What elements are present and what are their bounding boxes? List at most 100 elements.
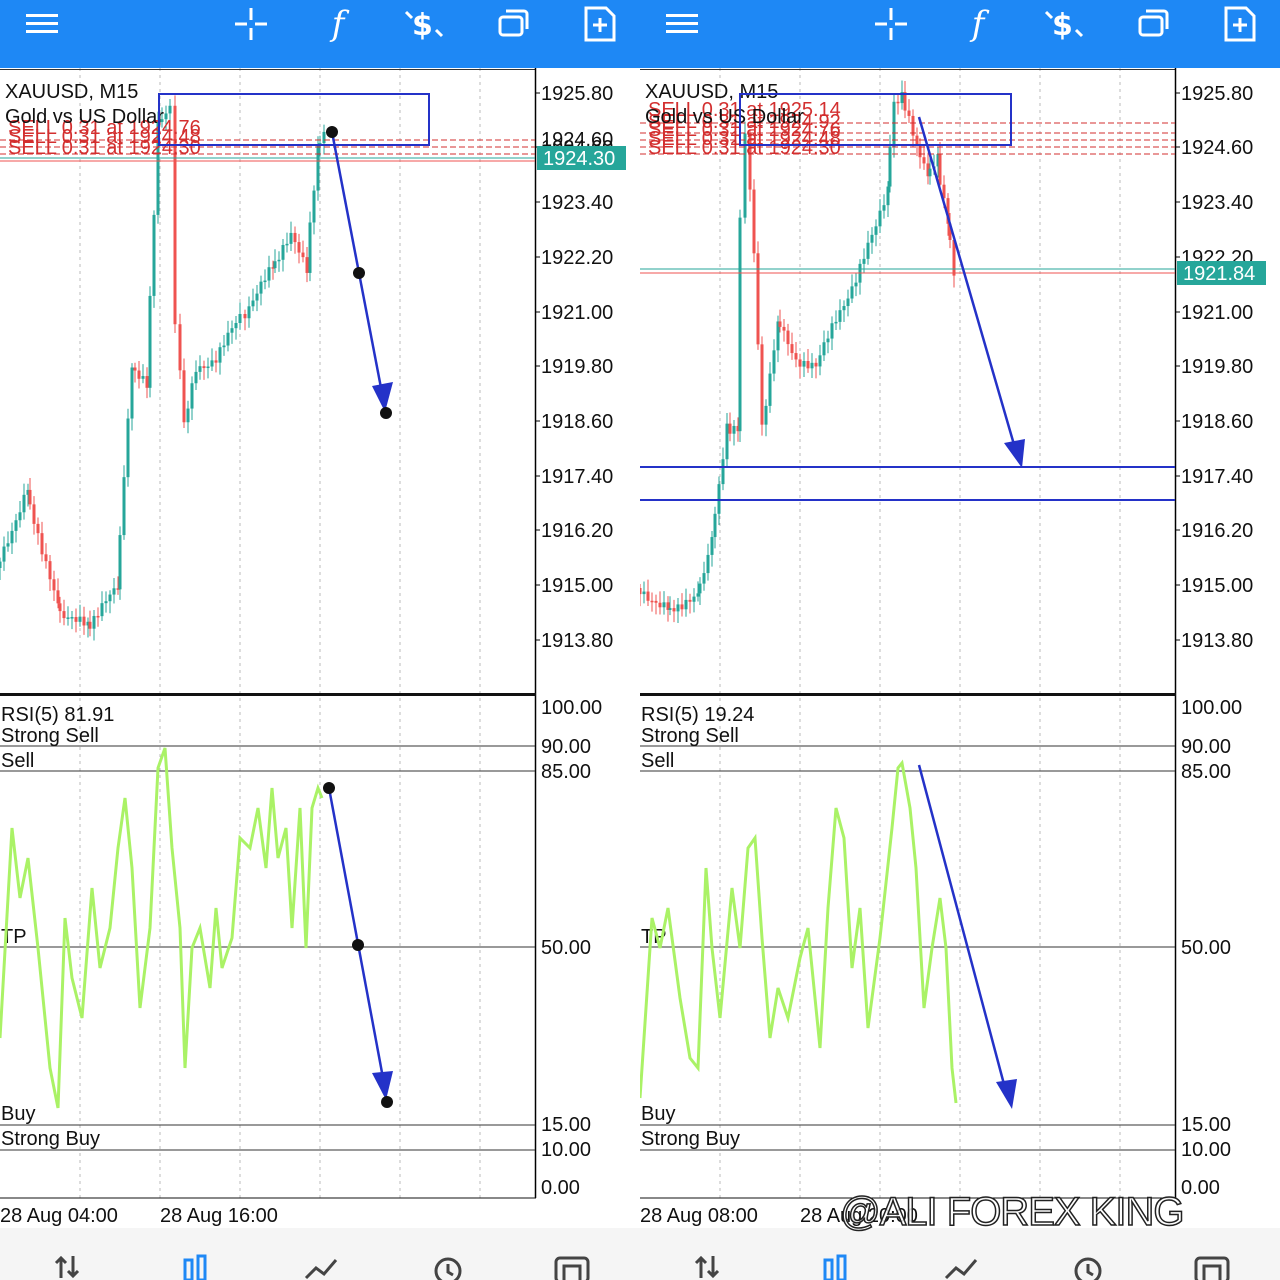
crosshair-icon[interactable]: [865, 4, 917, 44]
chart-icon[interactable]: [168, 1254, 224, 1280]
candle-body: [104, 601, 108, 604]
menu-icon[interactable]: [17, 4, 69, 44]
rsi-label: RSI(5) 19.24: [641, 704, 754, 726]
candle-body: [650, 600, 654, 603]
svg-text:100.00: 100.00: [1181, 697, 1242, 719]
candle-body: [230, 328, 234, 333]
chart-icon[interactable]: [808, 1254, 864, 1280]
candle-body: [888, 146, 892, 187]
candle-body: [297, 242, 301, 253]
trade-icon[interactable]: [934, 1254, 990, 1280]
candle-body: [48, 561, 52, 580]
grid: [719, 68, 1121, 1198]
svg-text:100.00: 100.00: [541, 697, 602, 719]
windows-icon[interactable]: [1128, 4, 1180, 44]
candle-body: [2, 546, 6, 562]
messages-icon[interactable]: [544, 1254, 600, 1280]
svg-text:50.00: 50.00: [541, 937, 591, 959]
candle-body: [194, 371, 198, 384]
svg-text:1913.80: 1913.80: [541, 630, 613, 652]
chart-area[interactable]: 1925.80 1924.60 1923.40 1922.20 1921.00 …: [0, 68, 640, 1228]
new-order-icon[interactable]: [574, 4, 626, 44]
indicators-icon[interactable]: f: [952, 4, 1004, 44]
candle-body: [133, 367, 137, 371]
indicator-separator: [0, 693, 536, 696]
candle-body: [764, 405, 768, 425]
candle-body: [58, 603, 62, 612]
candle-body: [886, 186, 890, 206]
rsi-level-labels: Strong Sell Sell TP Buy Strong Buy: [1, 725, 100, 1150]
svg-text:1925.80: 1925.80: [541, 83, 613, 105]
candle-body: [680, 604, 684, 610]
candle-body: [721, 459, 725, 485]
candle-body: [32, 504, 36, 524]
candle-body: [52, 579, 56, 591]
svg-text:85.00: 85.00: [1181, 761, 1231, 783]
candle-body: [938, 153, 942, 185]
price-axis: 1925.80 1924.60 1923.40 1922.20 1921.00 …: [1181, 83, 1253, 652]
svg-text:1921.00: 1921.00: [1181, 302, 1253, 324]
candle-body: [756, 253, 760, 345]
candle-body: [118, 535, 122, 590]
candle-body: [725, 423, 729, 460]
candle-body: [14, 520, 18, 531]
candle-body: [301, 252, 305, 258]
candle-body: [782, 326, 786, 331]
candle-body: [202, 366, 206, 369]
candle-body: [814, 362, 818, 367]
indicators-icon[interactable]: f: [312, 4, 364, 44]
svg-text:SELL 0.31 at 1924.30: SELL 0.31 at 1924.30: [648, 137, 841, 159]
candle-body: [6, 543, 10, 547]
quotes-icon[interactable]: [40, 1254, 96, 1280]
svg-text:Buy: Buy: [1, 1103, 35, 1125]
candle-body: [822, 342, 826, 356]
candle-body: [145, 376, 149, 388]
candle-body: [226, 332, 230, 346]
candlesticks: [0, 95, 326, 641]
candle-body: [56, 590, 60, 604]
top-border: [0, 69, 535, 70]
candle-body: [717, 484, 721, 514]
new-order-icon[interactable]: [1214, 4, 1266, 44]
rsi-line: [640, 759, 958, 1104]
chart-area[interactable]: 1925.80 1924.60 1923.40 1922.20 1921.00 …: [640, 68, 1280, 1228]
trade-icon[interactable]: $: [1038, 4, 1090, 44]
candle-body: [70, 617, 74, 619]
candle-body: [267, 267, 271, 281]
candle-body: [218, 347, 222, 363]
candle-body: [112, 588, 116, 595]
candle-body: [846, 298, 850, 307]
trade-icon[interactable]: [294, 1254, 350, 1280]
svg-text:SELL 0.31 at 1924.30: SELL 0.31 at 1924.30: [8, 137, 201, 159]
quotes-icon[interactable]: [680, 1254, 736, 1280]
svg-text:15.00: 15.00: [1181, 1114, 1231, 1136]
candle-body: [122, 477, 126, 536]
candle-body: [692, 596, 696, 602]
svg-text:Buy: Buy: [641, 1103, 675, 1125]
candle-body: [790, 344, 794, 354]
svg-text:90.00: 90.00: [541, 736, 591, 758]
rsi-axis: 100.00 90.00 85.00 50.00 15.00 10.00 0.0…: [1181, 697, 1242, 1199]
candle-body: [710, 537, 714, 555]
candle-body: [308, 222, 312, 273]
candle-body: [646, 591, 650, 601]
candle-body: [186, 408, 190, 423]
symbol-label: XAUUSD, M15: [5, 81, 138, 103]
candle-body: [247, 306, 251, 319]
candle-body: [658, 602, 662, 608]
candle-body: [18, 512, 22, 521]
watermark: @ALI FOREX KING: [839, 1189, 1185, 1235]
candle-body: [259, 281, 263, 294]
menu-icon[interactable]: [657, 4, 709, 44]
trade-icon[interactable]: $: [398, 4, 450, 44]
crosshair-icon[interactable]: [225, 4, 277, 44]
svg-text:1919.80: 1919.80: [541, 356, 613, 378]
history-icon[interactable]: [1060, 1254, 1116, 1280]
svg-text:1918.60: 1918.60: [541, 411, 613, 433]
messages-icon[interactable]: [1184, 1254, 1240, 1280]
candle-body: [640, 588, 642, 595]
history-icon[interactable]: [420, 1254, 476, 1280]
candle-body: [44, 554, 48, 562]
windows-icon[interactable]: [488, 4, 540, 44]
candle-body: [312, 190, 316, 223]
